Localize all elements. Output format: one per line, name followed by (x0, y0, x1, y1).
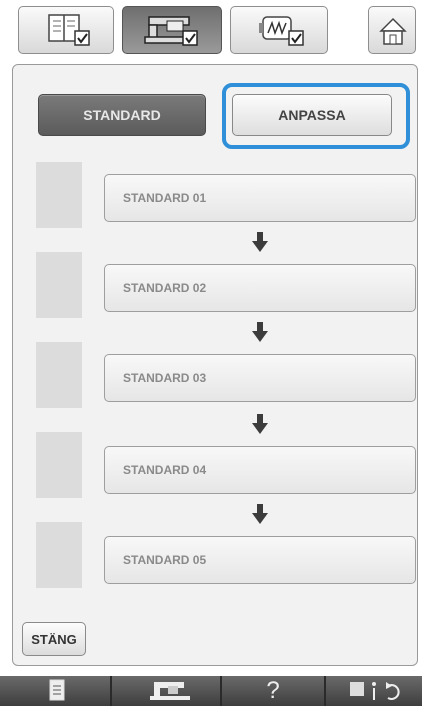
standard-05-button[interactable]: STANDARD 05 (104, 536, 416, 584)
page-button[interactable] (0, 676, 112, 706)
home-button[interactable] (368, 6, 416, 54)
tab-book-settings[interactable] (18, 6, 114, 54)
top-tab-bar (0, 0, 422, 62)
embroidery-checkbox-icon (259, 16, 304, 46)
page-icon (49, 679, 65, 701)
standard-mode-button[interactable]: STANDARD (38, 94, 206, 136)
custom-mode-button[interactable]: ANPASSA (232, 94, 392, 136)
arrow-down-icon (252, 232, 268, 252)
sequence-slot-2 (36, 252, 82, 318)
sequence-slot-3 (36, 342, 82, 408)
machine-icon (150, 682, 190, 700)
tab-embroidery-settings[interactable] (230, 6, 328, 54)
standard-04-button[interactable]: STANDARD 04 (104, 446, 416, 494)
arrow-down-icon (252, 414, 268, 434)
arrow-down-icon (252, 322, 268, 342)
bottom-bar: ? (0, 676, 422, 706)
standard-03-button[interactable]: STANDARD 03 (104, 354, 416, 402)
needle-info-icon (350, 682, 400, 700)
needle-info-button[interactable] (326, 676, 422, 706)
sequence-slot-5 (36, 522, 82, 588)
tab-machine-settings[interactable] (122, 6, 222, 54)
close-button[interactable]: STÄNG (22, 622, 86, 656)
standard-02-button[interactable]: STANDARD 02 (104, 264, 416, 312)
sequence-slot-1 (36, 162, 82, 228)
machine-checkbox-icon (144, 16, 198, 46)
sequence-slot-4 (36, 432, 82, 498)
book-checkbox-icon (48, 14, 90, 46)
machine-button[interactable] (112, 676, 222, 706)
home-icon (379, 17, 407, 45)
help-icon: ? (266, 677, 280, 704)
help-button[interactable]: ? (222, 676, 326, 706)
standard-01-button[interactable]: STANDARD 01 (104, 174, 416, 222)
arrow-down-icon (252, 504, 268, 524)
